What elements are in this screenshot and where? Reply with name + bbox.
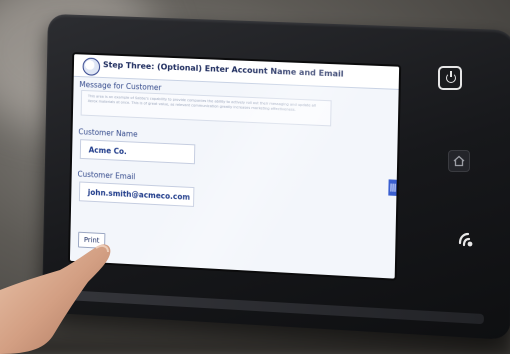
- power-button[interactable]: [438, 66, 462, 90]
- power-icon-line: [450, 71, 452, 77]
- home-icon: [453, 155, 465, 167]
- scroll-grip-icon[interactable]: [388, 179, 397, 196]
- customer-email-field[interactable]: john.smith@acmeco.com: [78, 181, 195, 207]
- scroll-grip-line: [392, 183, 394, 192]
- printer-control-panel: Step Three: (Optional) Enter Account Nam…: [41, 13, 510, 341]
- scroll-grip-line: [394, 183, 396, 192]
- company-logo-icon: [82, 57, 101, 76]
- touch-screen: Step Three: (Optional) Enter Account Nam…: [69, 54, 400, 279]
- step-title: Step Three: (Optional) Enter Account Nam…: [102, 60, 344, 79]
- photo-scene: Step Three: (Optional) Enter Account Nam…: [0, 0, 510, 354]
- scroll-grip-line: [390, 183, 392, 192]
- home-button[interactable]: [448, 150, 470, 172]
- customer-name-field[interactable]: Acme Co.: [79, 139, 196, 165]
- customer-email-label: Customer Email: [77, 169, 136, 182]
- message-box: This area is an example of Sabbe's capab…: [80, 89, 332, 127]
- nfc-icon[interactable]: [455, 228, 477, 250]
- print-button[interactable]: Print: [77, 231, 106, 249]
- customer-name-label: Customer Name: [78, 127, 138, 139]
- message-text: This area is an example of Sabbe's capab…: [87, 94, 316, 112]
